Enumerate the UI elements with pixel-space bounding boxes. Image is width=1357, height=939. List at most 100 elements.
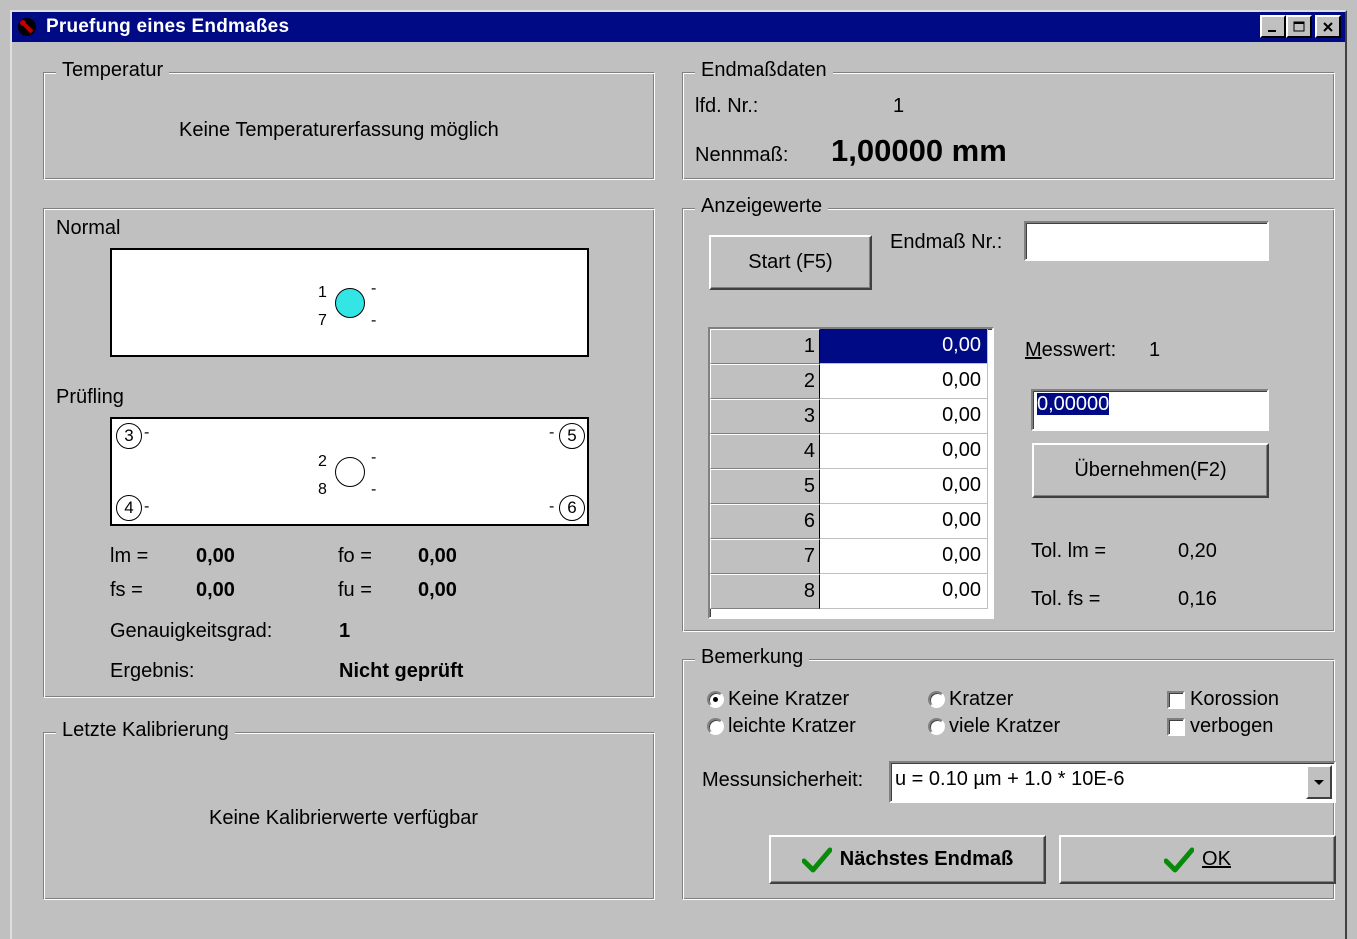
row-value-cell[interactable]: 0,00 bbox=[820, 574, 988, 609]
normal-label: Normal bbox=[56, 217, 121, 239]
start-button-label: Start (F5) bbox=[748, 251, 833, 273]
messunsicherheit-dropdown-button[interactable] bbox=[1306, 765, 1332, 799]
corner-5-indicator: 5 bbox=[559, 423, 585, 449]
ok-label: OK bbox=[1202, 848, 1231, 870]
nennmass-label: Nennmaß: bbox=[695, 144, 789, 166]
anzeigewerte-legend: Anzeigewerte bbox=[695, 195, 829, 218]
endmassdaten-legend: Endmaßdaten bbox=[695, 59, 833, 82]
korossion-label[interactable]: Korossion bbox=[1190, 688, 1279, 711]
endmass-nr-input[interactable] bbox=[1024, 221, 1269, 261]
pruefling-sensor-top-num: 2 bbox=[318, 453, 327, 470]
bemerkung-group: Bemerkung Keine Kratzer Kratzer Korossio… bbox=[682, 646, 1336, 900]
checkmark-icon bbox=[1164, 847, 1195, 873]
row-value-cell[interactable]: 0,00 bbox=[820, 504, 988, 539]
corner-4-indicator: 4 bbox=[116, 495, 142, 521]
corner-4-dash: - bbox=[144, 498, 150, 515]
kratzer-label[interactable]: Kratzer bbox=[949, 688, 1013, 711]
leichte-kratzer-radio[interactable] bbox=[707, 718, 724, 735]
row-value-cell[interactable]: 0,00 bbox=[820, 539, 988, 574]
row-number-cell: 5 bbox=[710, 469, 820, 504]
title-bar[interactable]: Pruefung eines Endmaßes bbox=[12, 12, 1345, 42]
fo-value: 0,00 bbox=[418, 545, 457, 567]
table-row[interactable]: 4 0,00 bbox=[710, 434, 988, 469]
endmassdaten-group: Endmaßdaten lfd. Nr.: 1 Nennmaß: 1,00000… bbox=[682, 59, 1335, 180]
row-value-cell[interactable]: 0,00 bbox=[820, 434, 988, 469]
table-row[interactable]: 3 0,00 bbox=[710, 399, 988, 434]
uebernehmen-button-label: Übernehmen(F2) bbox=[1074, 459, 1227, 481]
normal-panel: 1 7 - - bbox=[110, 248, 589, 357]
row-value-cell[interactable]: 0,00 bbox=[820, 469, 988, 504]
table-row[interactable]: 8 0,00 bbox=[710, 574, 988, 609]
viele-kratzer-radio[interactable] bbox=[928, 718, 945, 735]
row-value-cell[interactable]: 0,00 bbox=[820, 364, 988, 399]
measurement-grid[interactable]: 1 0,00 2 0,00 3 0,00 4 0,00 5 0,00 6 0,00 7 0,00 8 0,00 bbox=[708, 327, 994, 619]
row-number-cell: 6 bbox=[710, 504, 820, 539]
messwert-input-value: 0,00000 bbox=[1037, 393, 1110, 415]
row-number-cell: 3 bbox=[710, 399, 820, 434]
fo-label: fo = bbox=[338, 545, 372, 567]
title-buttons bbox=[1260, 15, 1341, 38]
messunsicherheit-label: Messunsicherheit: bbox=[702, 769, 864, 791]
kalibrierung-legend: Letzte Kalibrierung bbox=[56, 719, 235, 742]
kratzer-radio[interactable] bbox=[928, 691, 945, 708]
keine-kratzer-radio[interactable] bbox=[707, 691, 724, 708]
ergebnis-label: Ergebnis: bbox=[110, 660, 195, 682]
start-button[interactable]: Start (F5) bbox=[709, 235, 872, 290]
lm-label: lm = bbox=[110, 545, 149, 567]
normal-sensor-top-num: 1 bbox=[318, 284, 327, 301]
fu-value: 0,00 bbox=[418, 579, 457, 601]
corner-5-dash: - bbox=[549, 424, 555, 441]
fu-label: fu = bbox=[338, 579, 372, 601]
main-window: Pruefung eines Endmaßes Temperatur Keine… bbox=[10, 10, 1347, 939]
normal-dash-bottom: - bbox=[371, 312, 377, 329]
pruefling-dash-bottom: - bbox=[371, 481, 377, 498]
korossion-checkbox[interactable] bbox=[1167, 691, 1185, 709]
naechstes-endmass-label: Nächstes Endmaß bbox=[839, 848, 1014, 870]
table-row[interactable]: 5 0,00 bbox=[710, 469, 988, 504]
messunsicherheit-value: u = 0.10 µm + 1.0 * 10E-6 bbox=[895, 768, 1125, 790]
row-value-cell[interactable]: 0,00 bbox=[820, 329, 988, 364]
lfd-nr-value: 1 bbox=[893, 95, 905, 117]
row-number-cell: 8 bbox=[710, 574, 820, 609]
pruefling-dash-top: - bbox=[371, 449, 377, 466]
row-value-cell[interactable]: 0,00 bbox=[820, 399, 988, 434]
close-button[interactable] bbox=[1315, 15, 1341, 38]
table-row[interactable]: 7 0,00 bbox=[710, 539, 988, 574]
genauigkeit-value: 1 bbox=[339, 620, 351, 642]
messwert-index: 1 bbox=[1149, 339, 1161, 361]
leichte-kratzer-label[interactable]: leichte Kratzer bbox=[728, 715, 856, 738]
ok-button[interactable]: OK bbox=[1059, 835, 1336, 884]
uebernehmen-button[interactable]: Übernehmen(F2) bbox=[1032, 443, 1269, 498]
naechstes-endmass-button[interactable]: Nächstes Endmaß bbox=[769, 835, 1046, 884]
chevron-down-icon bbox=[1314, 779, 1324, 785]
verbogen-checkbox[interactable] bbox=[1167, 718, 1185, 736]
maximize-button[interactable] bbox=[1286, 15, 1312, 38]
fs-value: 0,00 bbox=[196, 579, 235, 601]
row-number-cell: 1 bbox=[710, 329, 820, 364]
keine-kratzer-label[interactable]: Keine Kratzer bbox=[728, 688, 849, 711]
messwert-input[interactable]: 0,00000 bbox=[1031, 389, 1269, 431]
row-number-cell: 7 bbox=[710, 539, 820, 574]
tol-lm-value: 0,20 bbox=[1178, 540, 1217, 562]
tol-lm-label: Tol. lm = bbox=[1031, 540, 1107, 562]
table-row[interactable]: 1 0,00 bbox=[710, 329, 988, 364]
measurement-group: Normal 1 7 - - Prüfling 3 - 4 - - 5 - 6 … bbox=[43, 208, 655, 698]
verbogen-label[interactable]: verbogen bbox=[1190, 715, 1273, 738]
genauigkeit-label: Genauigkeitsgrad: bbox=[110, 620, 273, 642]
endmass-nr-label: Endmaß Nr.: bbox=[890, 231, 1003, 253]
bemerkung-legend: Bemerkung bbox=[695, 646, 810, 669]
minimize-button[interactable] bbox=[1260, 15, 1286, 38]
viele-kratzer-label[interactable]: viele Kratzer bbox=[949, 715, 1060, 738]
row-number-cell: 2 bbox=[710, 364, 820, 399]
corner-6-dash: - bbox=[549, 498, 555, 515]
nennmass-value: 1,00000 mm bbox=[831, 133, 1007, 168]
table-row[interactable]: 2 0,00 bbox=[710, 364, 988, 399]
anzeigewerte-group: Anzeigewerte Start (F5) Endmaß Nr.: 1 0,0… bbox=[682, 195, 1335, 632]
row-number-cell: 4 bbox=[710, 434, 820, 469]
corner-3-dash: - bbox=[144, 424, 150, 441]
messunsicherheit-select[interactable]: u = 0.10 µm + 1.0 * 10E-6 bbox=[889, 761, 1336, 803]
fs-label: fs = bbox=[110, 579, 143, 601]
tol-fs-value: 0,16 bbox=[1178, 588, 1217, 610]
table-row[interactable]: 6 0,00 bbox=[710, 504, 988, 539]
kalibrierung-message: Keine Kalibrierwerte verfügbar bbox=[209, 807, 479, 829]
